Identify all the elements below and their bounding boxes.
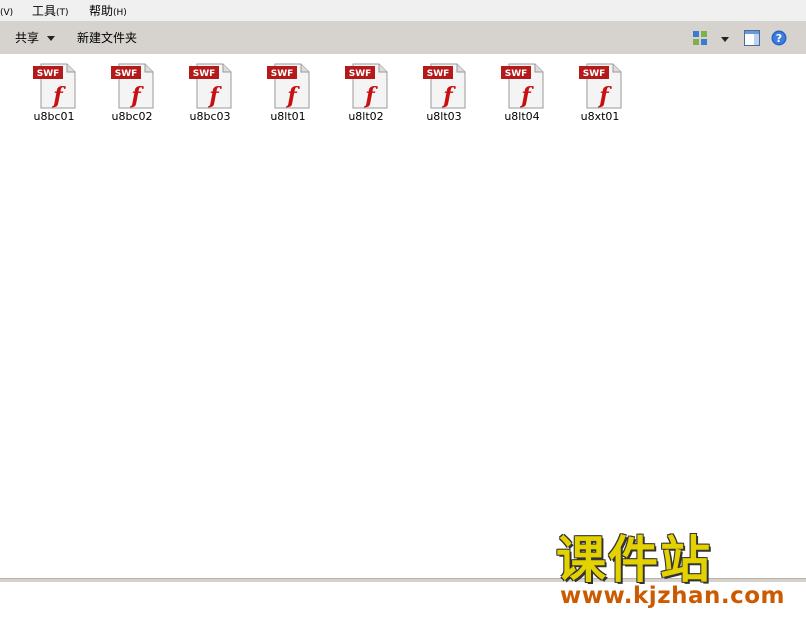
swf-file-icon: SWF f [189, 63, 232, 109]
file-name: u8lt02 [348, 110, 384, 123]
swf-badge: SWF [193, 69, 216, 79]
swf-badge: SWF [37, 69, 60, 79]
file-list: SWF f u8bc01 SWF f u8bc02 SWF f u8bc03 S… [0, 54, 806, 578]
swf-file-icon: SWF f [111, 63, 154, 109]
view-dropdown-icon[interactable] [721, 37, 729, 42]
swf-file-icon: SWF f [267, 63, 310, 109]
swf-badge: SWF [349, 69, 372, 79]
file-name: u8lt04 [504, 110, 540, 123]
change-view-icon[interactable] [692, 30, 708, 46]
watermark-url: www.kjzhan.com [560, 583, 785, 609]
swf-badge: SWF [115, 69, 138, 79]
swf-file-icon: SWF f [33, 63, 76, 109]
file-item[interactable]: SWF f u8bc02 [101, 62, 161, 124]
file-name: u8lt01 [270, 110, 306, 123]
file-name: u8xt01 [580, 110, 620, 123]
file-item[interactable]: SWF f u8lt02 [335, 62, 395, 124]
file-name: u8bc03 [189, 110, 231, 123]
file-name: u8bc01 [33, 110, 75, 123]
file-item[interactable]: SWF f u8bc01 [23, 62, 83, 124]
watermark-title: 课件站 [556, 531, 712, 589]
swf-file-icon: SWF f [501, 63, 544, 109]
swf-file-icon: SWF f [423, 63, 466, 109]
swf-file-icon: SWF f [345, 63, 388, 109]
menu-view[interactable]: (V) [0, 3, 13, 21]
file-item[interactable]: SWF f u8bc03 [179, 62, 239, 124]
menu-help[interactable]: 帮助(H) [89, 3, 127, 21]
file-item[interactable]: SWF f u8lt04 [491, 62, 551, 124]
swf-file-icon: SWF f [579, 63, 622, 109]
file-item[interactable]: SWF f u8lt03 [413, 62, 473, 124]
swf-badge: SWF [271, 69, 294, 79]
file-name: u8lt03 [426, 110, 462, 123]
preview-pane-icon[interactable] [744, 30, 760, 46]
help-icon[interactable]: ? [771, 30, 787, 46]
share-button[interactable]: 共享 [15, 30, 56, 46]
swf-badge: SWF [583, 69, 606, 79]
file-item[interactable]: SWF f u8lt01 [257, 62, 317, 124]
swf-badge: SWF [427, 69, 450, 79]
file-item[interactable]: SWF f u8xt01 [569, 62, 629, 124]
file-name: u8bc02 [111, 110, 153, 123]
menu-tools[interactable]: 工具(T) [32, 3, 69, 21]
svg-text:?: ? [776, 32, 782, 45]
command-toolbar: 共享 新建文件夹 [0, 22, 806, 54]
swf-badge: SWF [505, 69, 528, 79]
menu-bar: (V) 工具(T) 帮助(H) [0, 0, 806, 22]
chevron-down-icon [47, 36, 56, 41]
new-folder-button[interactable]: 新建文件夹 [77, 30, 137, 46]
